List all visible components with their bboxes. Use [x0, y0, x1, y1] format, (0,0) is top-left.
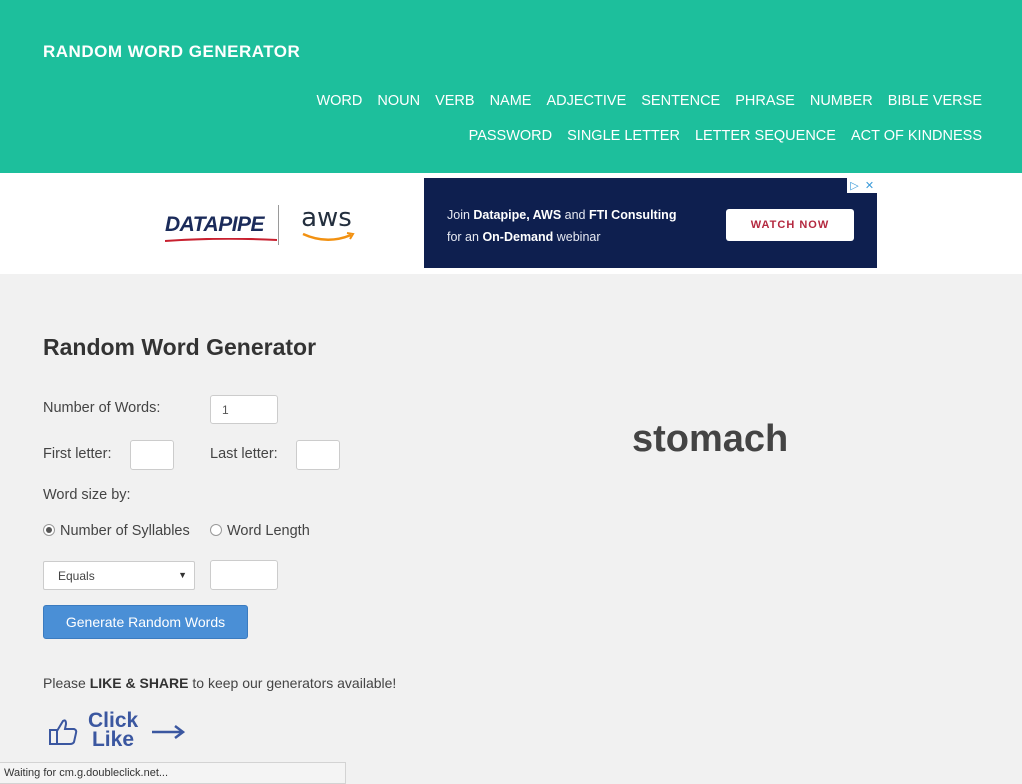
nav-bible-verse[interactable]: BIBLE VERSE: [888, 93, 982, 109]
share-prompt: Please LIKE & SHARE to keep our generato…: [43, 675, 397, 691]
ad-logos[interactable]: DATAPIPE aws: [165, 203, 357, 247]
nav-letter-sequence[interactable]: LETTER SEQUENCE: [695, 128, 836, 144]
main-nav-row-2: PASSWORD SINGLE LETTER LETTER SEQUENCE A…: [454, 128, 982, 144]
first-letter-label: First letter:: [43, 446, 112, 462]
aws-smile-icon: [302, 232, 355, 241]
nav-adjective[interactable]: ADJECTIVE: [546, 93, 626, 109]
ad-choices: ▷ ✕: [847, 178, 877, 193]
last-letter-input[interactable]: [296, 440, 340, 470]
size-value-input[interactable]: [210, 560, 278, 590]
word-size-label: Word size by:: [43, 487, 131, 503]
click-like-text: Click Like: [88, 710, 138, 751]
browser-status-bar: Waiting for cm.g.doubleclick.net...: [0, 762, 346, 784]
ad-copy-line-2: for an On-Demand webinar: [447, 230, 601, 244]
datapipe-logo-text: DATAPIPE: [165, 213, 265, 236]
compare-select[interactable]: Equals ▼: [43, 561, 195, 590]
ad-close-icon[interactable]: ✕: [862, 178, 877, 193]
ad-copy: Join Datapipe, AWS and FTI Consulting fo…: [447, 204, 676, 248]
ad-copy-line-1: Join Datapipe, AWS and FTI Consulting: [447, 208, 677, 222]
aws-logo: aws: [301, 203, 357, 247]
chevron-down-icon: ▼: [178, 570, 187, 580]
aws-logo-text: aws: [301, 203, 352, 233]
ad-banner[interactable]: Join Datapipe, AWS and FTI Consulting fo…: [424, 178, 877, 268]
watch-now-button[interactable]: WATCH NOW: [726, 209, 854, 241]
site-header: RANDOM WORD GENERATOR WORD NOUN VERB NAM…: [0, 0, 1022, 173]
compare-select-value: Equals: [58, 569, 95, 583]
ad-logo-divider: [278, 205, 280, 245]
datapipe-swoosh-icon: [165, 238, 277, 242]
nav-noun[interactable]: NOUN: [377, 93, 420, 109]
word-length-radio-label[interactable]: Word Length: [227, 523, 310, 539]
nav-sentence[interactable]: SENTENCE: [641, 93, 720, 109]
click-like-banner[interactable]: Click Like: [48, 710, 188, 755]
page-title: Random Word Generator: [43, 334, 317, 360]
generate-button[interactable]: Generate Random Words: [43, 605, 248, 639]
nav-word[interactable]: WORD: [316, 93, 362, 109]
word-length-radio[interactable]: [210, 524, 222, 536]
nav-name[interactable]: NAME: [490, 93, 532, 109]
nav-single-letter[interactable]: SINGLE LETTER: [567, 128, 680, 144]
arrow-right-icon: [152, 725, 185, 739]
nav-phrase[interactable]: PHRASE: [735, 93, 795, 109]
syllables-radio-label[interactable]: Number of Syllables: [60, 523, 190, 539]
nav-act-of-kindness[interactable]: ACT OF KINDNESS: [851, 128, 982, 144]
nav-number[interactable]: NUMBER: [810, 93, 873, 109]
nav-verb[interactable]: VERB: [435, 93, 475, 109]
main-nav-row-1: WORD NOUN VERB NAME ADJECTIVE SENTENCE P…: [301, 93, 982, 109]
last-letter-label: Last letter:: [210, 446, 278, 462]
num-words-input[interactable]: [210, 395, 278, 424]
site-brand[interactable]: RANDOM WORD GENERATOR: [43, 42, 300, 62]
syllables-radio[interactable]: [43, 524, 55, 536]
like-text: Like: [91, 728, 135, 751]
ad-choices-icon[interactable]: ▷: [847, 178, 862, 193]
nav-password[interactable]: PASSWORD: [469, 128, 553, 144]
result-word: stomach: [632, 418, 789, 460]
first-letter-input[interactable]: [130, 440, 174, 470]
datapipe-logo: DATAPIPE: [165, 213, 277, 242]
num-words-label: Number of Words:: [43, 400, 161, 416]
thumbs-up-icon: [49, 719, 78, 745]
